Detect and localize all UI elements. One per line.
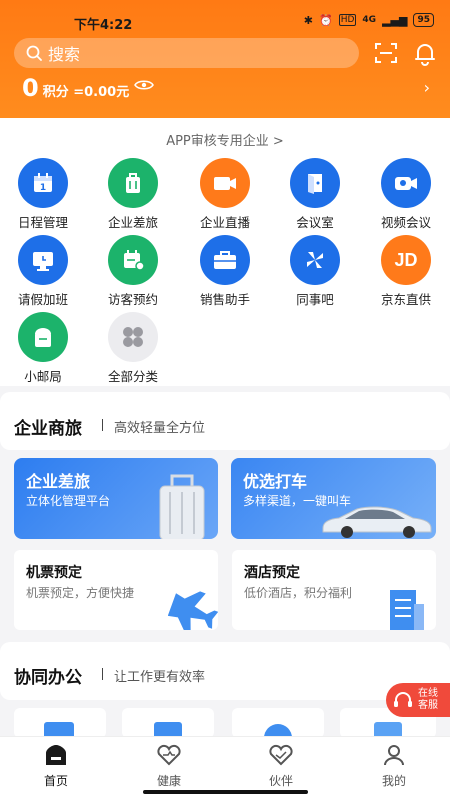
- grid-label: 同事吧: [296, 292, 334, 307]
- points-display[interactable]: 0 积分 =0.00元: [22, 74, 129, 102]
- promo-taxi[interactable]: 优选打车 多样渠道，一键叫车: [231, 458, 436, 539]
- office-tile[interactable]: [232, 708, 324, 738]
- status-icons: ✱ ⏰ HD 4G ▂▄▆ 95: [304, 13, 434, 27]
- chevron-right-icon[interactable]: ›: [424, 78, 430, 97]
- profile-icon: [384, 745, 404, 766]
- visitor-calendar-icon: [108, 235, 158, 285]
- tab-mine[interactable]: 我的: [354, 743, 434, 789]
- travel-section-subtitle: 高效轻量全方位: [114, 421, 206, 436]
- office-section-title: 协同办公: [14, 668, 82, 688]
- tab-health[interactable]: 健康: [129, 743, 209, 789]
- network-label: 4G: [362, 15, 377, 25]
- tab-label: 我的: [381, 774, 406, 788]
- divider: [102, 668, 103, 680]
- tile-title: 酒店预定: [244, 565, 300, 581]
- search-icon: [26, 45, 42, 61]
- grid-item-business-travel[interactable]: 企业差旅: [93, 158, 173, 231]
- luggage-icon: [159, 474, 205, 539]
- airplane-icon: [168, 591, 218, 630]
- home-indicator: [143, 790, 308, 794]
- grid-item-leave-overtime[interactable]: 请假加班: [3, 235, 83, 308]
- calendar-icon: 1: [18, 158, 68, 208]
- signal-icon: ▂▄▆: [382, 13, 408, 27]
- car-icon: [322, 506, 432, 538]
- hotel-building-icon: [390, 590, 424, 630]
- grid-label: 企业直播: [199, 215, 250, 230]
- live-video-icon: [200, 158, 250, 208]
- grid-label: 全部分类: [107, 369, 158, 384]
- video-camera-icon: [381, 158, 431, 208]
- promo-business-travel[interactable]: 企业差旅 立体化管理平台: [14, 458, 218, 539]
- health-heart-icon: [157, 744, 181, 766]
- promo-title: 企业差旅: [26, 472, 91, 491]
- search-input[interactable]: 搜索: [14, 38, 359, 68]
- office-tile[interactable]: [14, 708, 106, 738]
- grid-item-video-meeting[interactable]: 视频会议: [366, 158, 446, 231]
- svg-text:1: 1: [40, 183, 46, 193]
- grid-label: 日程管理: [17, 215, 68, 230]
- divider: [102, 419, 103, 431]
- tab-home[interactable]: 首页: [16, 743, 96, 789]
- tab-label: 伙伴: [268, 774, 293, 788]
- online-service-button[interactable]: 在线 客服: [386, 683, 450, 717]
- battery-icon: 95: [413, 13, 434, 27]
- hd-icon: HD: [338, 14, 357, 26]
- online-service-line1: 在线: [418, 688, 438, 699]
- promo-subtitle: 立体化管理平台: [26, 494, 111, 508]
- grid-label: 销售助手: [199, 292, 250, 307]
- points-value: 0: [22, 74, 39, 102]
- mailbox-icon: [18, 312, 68, 362]
- grid-item-post-office[interactable]: 小邮局: [3, 312, 83, 385]
- tile-hotel-booking[interactable]: 酒店预定 低价酒店，积分福利: [232, 550, 436, 630]
- bell-icon[interactable]: [412, 40, 438, 66]
- home-icon: [46, 745, 66, 765]
- briefcase-icon: [200, 235, 250, 285]
- status-bar: 下午4:22 ✱ ⏰ HD 4G ▂▄▆ 95: [0, 0, 450, 36]
- grid-item-jd-direct[interactable]: JD 京东直供: [366, 235, 446, 308]
- status-time: 下午4:22: [74, 18, 133, 33]
- grid-label: 京东直供: [380, 292, 431, 307]
- grid-item-live[interactable]: 企业直播: [185, 158, 265, 231]
- tile-title: 机票预定: [26, 565, 82, 581]
- grid-label: 请假加班: [17, 292, 68, 307]
- headset-icon: [394, 692, 412, 707]
- online-service-line2: 客服: [418, 700, 438, 711]
- tile-subtitle: 机票预定，方便快捷: [26, 586, 135, 600]
- grid-label: 企业差旅: [107, 215, 158, 230]
- search-placeholder: 搜索: [48, 45, 81, 64]
- bluetooth-icon: ✱: [303, 13, 314, 27]
- office-section-subtitle: 让工作更有效率: [114, 670, 206, 685]
- online-service-text: 在线 客服: [418, 688, 438, 712]
- meeting-room-icon: [290, 158, 340, 208]
- points-label: 积分 =0.00元: [42, 85, 130, 100]
- tab-label: 首页: [43, 774, 68, 788]
- grid-label: 小邮局: [24, 369, 62, 384]
- grid-item-visitor[interactable]: 访客预约: [93, 235, 173, 308]
- grid-label: 会议室: [296, 215, 334, 230]
- all-categories-icon: [108, 312, 158, 362]
- partner-heart-icon: [269, 744, 293, 766]
- tile-subtitle: 低价酒店，积分福利: [244, 586, 353, 600]
- jd-icon: JD: [381, 235, 431, 285]
- tab-label: 健康: [156, 774, 181, 788]
- monitor-clock-icon: [18, 235, 68, 285]
- enterprise-selector[interactable]: APP审核专用企业 >: [0, 130, 450, 149]
- grid-label: 访客预约: [107, 292, 158, 307]
- alarm-icon: ⏰: [319, 13, 333, 27]
- promo-title: 优选打车: [243, 472, 308, 491]
- grid-item-colleague-bar[interactable]: 同事吧: [275, 235, 355, 308]
- grid-item-schedule[interactable]: 1 日程管理: [3, 158, 83, 231]
- eye-icon[interactable]: [134, 78, 154, 92]
- travel-section-title: 企业商旅: [14, 419, 82, 439]
- grid-item-sales-assistant[interactable]: 销售助手: [185, 235, 265, 308]
- grid-label: 视频会议: [380, 215, 431, 230]
- pinwheel-icon: [290, 235, 340, 285]
- suitcase-icon: [108, 158, 158, 208]
- office-tile[interactable]: [122, 708, 214, 738]
- tile-flight-booking[interactable]: 机票预定 机票预定，方便快捷: [14, 550, 218, 630]
- grid-item-all-categories[interactable]: 全部分类: [93, 312, 173, 385]
- tab-partner[interactable]: 伙伴: [241, 743, 321, 789]
- grid-item-meeting-room[interactable]: 会议室: [275, 158, 355, 231]
- scan-icon[interactable]: [373, 40, 399, 66]
